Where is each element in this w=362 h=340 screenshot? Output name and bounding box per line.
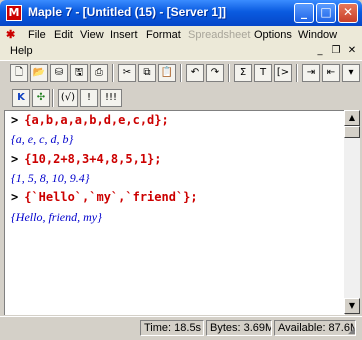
menu-window[interactable]: Window	[298, 29, 337, 41]
maple-app-icon[interactable]: M	[6, 5, 22, 21]
maximize-button[interactable]: □	[316, 3, 336, 23]
dropdown-icon[interactable]: ▾	[342, 64, 360, 82]
status-available: Available: 87.6M	[274, 320, 356, 336]
toolbar-separator	[180, 64, 182, 82]
debug-icon[interactable]: ✣	[32, 89, 50, 107]
save-icon[interactable]: 🖫	[70, 64, 88, 82]
indent-icon[interactable]: ⇥	[302, 64, 320, 82]
toolbar-separator	[52, 89, 54, 107]
vertical-scrollbar[interactable]: ▲ ▼	[344, 110, 360, 314]
print-icon[interactable]: ⎙	[90, 64, 108, 82]
close-button[interactable]: ✕	[338, 3, 358, 23]
command-text[interactable]: {a,b,a,a,b,d,e,c,d};	[24, 113, 169, 127]
open-icon[interactable]: 📂	[30, 64, 48, 82]
copy-icon[interactable]: ⧉	[138, 64, 156, 82]
menu-view[interactable]: View	[80, 29, 104, 41]
scroll-thumb[interactable]	[344, 126, 360, 138]
scroll-down-icon[interactable]: ▼	[344, 298, 360, 314]
text-icon[interactable]: T	[254, 64, 272, 82]
scroll-up-icon[interactable]: ▲	[344, 110, 360, 126]
prompt-marker: >	[11, 190, 19, 204]
open-url-icon[interactable]: ⛁	[50, 64, 68, 82]
menu-edit[interactable]: Edit	[54, 29, 73, 41]
prompt-marker: >	[11, 113, 19, 127]
output-text: {a, e, c, d, b}	[11, 132, 74, 146]
toolbar-separator	[296, 64, 298, 82]
prompt-icon[interactable]: [>	[274, 64, 292, 82]
new-icon[interactable]: 🗋	[10, 64, 28, 82]
resize-grip-icon[interactable]: ◢	[348, 325, 360, 337]
title-bar[interactable]: M Maple 7 - [Untitled (15) - [Server 1]]…	[0, 0, 362, 26]
menu-spreadsheet[interactable]: Spreadsheet	[188, 29, 250, 41]
stop-icon[interactable]: K	[12, 89, 30, 107]
input-line[interactable]: > {a,b,a,a,b,d,e,c,d};	[11, 113, 169, 127]
context-toolbar: K ✣ (√)!!!!	[0, 86, 362, 110]
output-line: {a, e, c, d, b}	[11, 132, 73, 147]
sigma-icon[interactable]: Σ	[234, 64, 252, 82]
outdent-icon[interactable]: ⇤	[322, 64, 340, 82]
execute-icon[interactable]: !	[80, 89, 98, 107]
cut-icon[interactable]: ✂	[118, 64, 136, 82]
worksheet-area[interactable]: > {a,b,a,a,b,d,e,c,d}; {a, e, c, d, b} > {10…	[4, 110, 345, 315]
redo-icon[interactable]: ↷	[206, 64, 224, 82]
toolbar-separator	[228, 64, 230, 82]
input-line[interactable]: > {`Hello`,`my`,`friend`};	[11, 190, 198, 204]
output-text: {Hello, friend, my}	[11, 210, 102, 224]
command-text[interactable]: {10,2+8,3+4,8,5,1};	[24, 152, 161, 166]
menu-options[interactable]: Options	[254, 29, 292, 41]
menu-bar: ✱ File Edit View Insert Format Spreadsheet Opt…	[0, 26, 362, 60]
status-bytes: Bytes: 3.69M	[206, 320, 272, 336]
mdi-close-button[interactable]: ✕	[346, 45, 358, 56]
document-icon[interactable]: ✱	[6, 29, 20, 41]
output-line: {1, 5, 8, 10, 9.4}	[11, 171, 90, 186]
main-toolbar: 🗋 📂 ⛁ 🖫 ⎙ ✂ ⧉ 📋 ↶ ↷ Σ T [> ⇥ ⇤ ▾	[0, 60, 362, 86]
window-title: Maple 7 - [Untitled (15) - [Server 1]]	[28, 5, 227, 19]
mdi-restore-button[interactable]: ❐	[330, 45, 342, 56]
execute-all-icon[interactable]: !!!	[100, 89, 122, 107]
menu-file[interactable]: File	[28, 29, 46, 41]
paste-icon[interactable]: 📋	[158, 64, 176, 82]
status-time: Time: 18.5s	[140, 320, 204, 336]
minimize-button[interactable]: _	[294, 3, 314, 23]
menu-format[interactable]: Format	[146, 29, 181, 41]
command-text[interactable]: {`Hello`,`my`,`friend`};	[24, 190, 197, 204]
prompt-marker: >	[11, 152, 19, 166]
undo-icon[interactable]: ↶	[186, 64, 204, 82]
mdi-minimize-button[interactable]: _	[314, 45, 326, 56]
toolbar-separator	[112, 64, 114, 82]
input-line[interactable]: > {10,2+8,3+4,8,5,1};	[11, 152, 162, 166]
menu-help[interactable]: Help	[10, 45, 33, 57]
output-line: {Hello, friend, my}	[11, 210, 102, 225]
menu-insert[interactable]: Insert	[110, 29, 138, 41]
parens-icon[interactable]: (√)	[58, 89, 78, 107]
output-text: {1, 5, 8, 10, 9.4}	[11, 171, 90, 185]
status-bar: Time: 18.5s Bytes: 3.69M Available: 87.6…	[0, 316, 362, 340]
